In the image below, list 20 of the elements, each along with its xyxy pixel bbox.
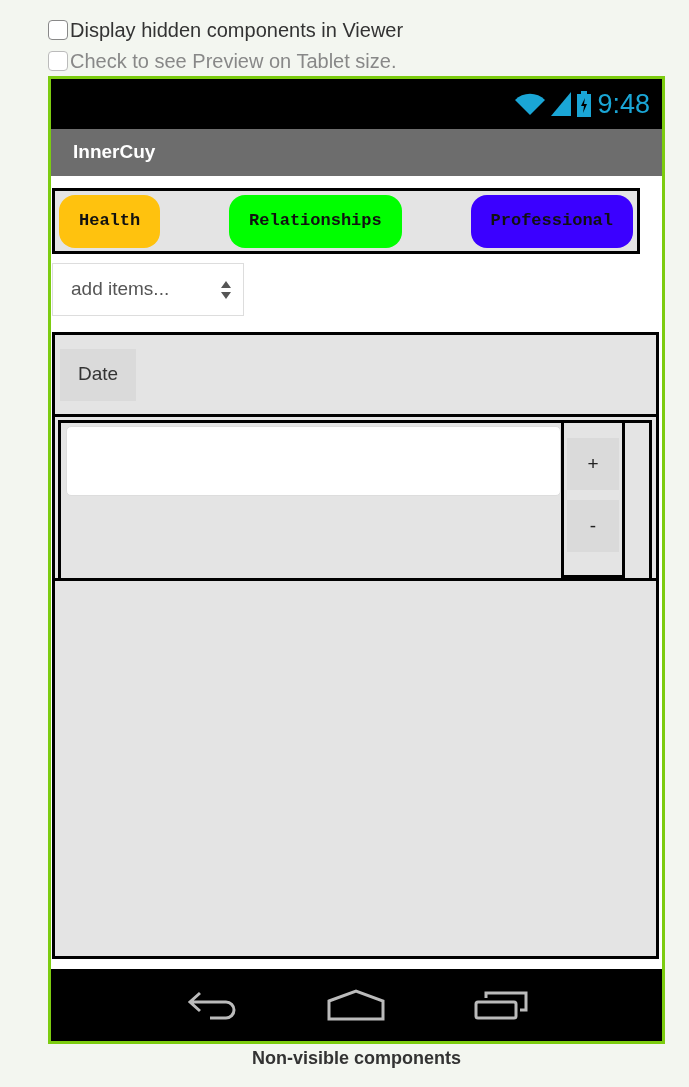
- text-input-field[interactable]: [66, 426, 561, 496]
- app-title-bar: InnerCuy: [51, 129, 662, 176]
- signal-icon: [551, 92, 572, 116]
- checkbox[interactable]: [48, 19, 68, 40]
- checkbox-label: Check to see Preview on Tablet size.: [70, 48, 397, 74]
- category-button[interactable]: Health: [59, 194, 161, 248]
- step-button[interactable]: -: [567, 500, 619, 552]
- checkbox-label: Display hidden components in Viewer: [70, 17, 404, 43]
- category-button[interactable]: Relationships: [229, 194, 402, 248]
- date-button[interactable]: Date: [60, 348, 137, 401]
- home-icon[interactable]: [326, 989, 385, 1021]
- item-picker[interactable]: add items...: [52, 263, 244, 316]
- section-heading: Non-visible components: [251, 1047, 462, 1069]
- step-button[interactable]: +: [567, 438, 619, 490]
- wifi-icon: [515, 92, 546, 116]
- sort-arrows-icon: [221, 279, 231, 300]
- clock-time: 9:48: [597, 87, 650, 121]
- back-icon[interactable]: [185, 989, 238, 1021]
- battery-icon: [577, 91, 592, 117]
- recent-apps-icon[interactable]: [473, 990, 528, 1020]
